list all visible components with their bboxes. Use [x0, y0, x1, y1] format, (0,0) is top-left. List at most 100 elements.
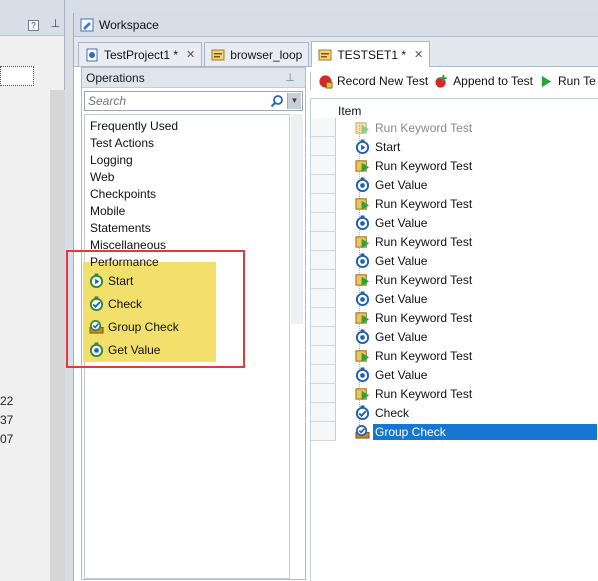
- tab-label: TestProject1 *: [104, 47, 179, 62]
- tree-row[interactable]: Run Keyword Test: [355, 232, 474, 251]
- tree-row-label: Run Keyword Test: [375, 158, 473, 173]
- tree-row-label: Run Keyword Test: [375, 386, 473, 401]
- record-new-test-button[interactable]: Record New Test: [318, 74, 428, 89]
- chevron-down-icon[interactable]: ▼: [287, 93, 301, 109]
- help-icon[interactable]: ?: [28, 20, 39, 31]
- tree-row[interactable]: Get Value: [355, 289, 429, 308]
- left-panel-header: ? ⊥: [0, 0, 64, 36]
- get-value-icon: [355, 291, 370, 306]
- play-icon: [541, 75, 552, 87]
- category-web[interactable]: Web: [90, 170, 114, 184]
- tree-row-label: Get Value: [375, 329, 428, 344]
- tree-row-label: Run Keyword Test: [375, 120, 473, 135]
- tree-row-label: Get Value: [375, 215, 428, 230]
- tab-browser-loop[interactable]: browser_loop: [204, 42, 310, 66]
- append-icon: [435, 74, 447, 88]
- tab-testset1[interactable]: TESTSET1 * ✕: [311, 41, 431, 67]
- tree-row[interactable]: Run Keyword Test: [355, 308, 474, 327]
- tree-row-label: Get Value: [375, 291, 428, 306]
- test-items-tree: Item Run Keyword Test Start Run Keyword Te…: [310, 98, 598, 581]
- operations-header: Operations ⊥: [82, 68, 305, 88]
- run-keyword-test-icon: [355, 312, 370, 325]
- check-icon: [355, 405, 370, 420]
- left-panel: ? ⊥ 22 37 07: [0, 0, 65, 581]
- workspace-title: Workspace: [99, 17, 159, 32]
- tree-row[interactable]: Get Value: [355, 327, 429, 346]
- append-to-test-button[interactable]: Append to Test: [434, 74, 533, 89]
- tree-row[interactable]: Run Keyword Test: [355, 118, 474, 137]
- tree-row[interactable]: Run Keyword Test: [355, 346, 474, 365]
- tree-row[interactable]: Run Keyword Test: [355, 384, 474, 403]
- item-column-header[interactable]: Item: [338, 104, 361, 118]
- tree-row[interactable]: Group Check: [355, 422, 597, 441]
- tree-row-label: Start: [375, 139, 401, 154]
- close-icon[interactable]: ✕: [186, 48, 195, 61]
- tree-row-label: Run Keyword Test: [375, 196, 473, 211]
- tree-row[interactable]: Run Keyword Test: [355, 270, 474, 289]
- search-input[interactable]: [85, 92, 265, 110]
- get-value-icon: [355, 253, 370, 268]
- project-icon: [86, 48, 98, 61]
- category-checkpoints[interactable]: Checkpoints: [90, 187, 156, 201]
- record-icon: [319, 74, 333, 89]
- tree-row-label: Group Check: [373, 423, 597, 440]
- pin-icon[interactable]: ⊥: [50, 19, 61, 31]
- left-number: 07: [0, 432, 14, 446]
- search-icon[interactable]: [270, 94, 284, 108]
- run-test-label: Run Te: [558, 74, 596, 88]
- close-icon[interactable]: ✕: [414, 48, 423, 61]
- tree-row[interactable]: Start: [355, 137, 402, 156]
- test-toolbar: Record New Test Append to Test Run Te: [310, 68, 598, 94]
- append-to-test-label: Append to Test: [453, 74, 533, 88]
- run-keyword-test-icon: [355, 122, 370, 135]
- tab-label: browser_loop: [230, 47, 303, 62]
- left-number: 37: [0, 413, 14, 427]
- record-new-test-label: Record New Test: [337, 74, 429, 88]
- left-panel-scrollbar[interactable]: [50, 90, 65, 581]
- toolbar-separator: [310, 72, 312, 90]
- left-panel-field[interactable]: [0, 66, 34, 86]
- category-frequently-used[interactable]: Frequently Used: [90, 119, 178, 133]
- tree-row-label: Check: [375, 405, 410, 420]
- start-icon: [355, 139, 370, 154]
- run-keyword-test-icon: [355, 236, 370, 249]
- run-keyword-test-icon: [355, 388, 370, 401]
- annotation-box: [66, 250, 245, 368]
- workspace-tabbar: TestProject1 * ✕ browser_loop TESTSET1 *…: [74, 37, 598, 67]
- tree-row[interactable]: Run Keyword Test: [355, 156, 474, 175]
- operations-scrollbar[interactable]: [291, 114, 303, 324]
- tree-row-label: Run Keyword Test: [375, 348, 473, 363]
- tree-row[interactable]: Get Value: [355, 175, 429, 194]
- get-value-icon: [355, 367, 370, 382]
- get-value-icon: [355, 215, 370, 230]
- run-keyword-test-icon: [355, 160, 370, 173]
- tree-row-label: Run Keyword Test: [375, 310, 473, 325]
- workspace-icon: [80, 18, 94, 31]
- run-keyword-test-icon: [355, 274, 370, 287]
- tree-row-label: Get Value: [375, 253, 428, 268]
- tree-row[interactable]: Run Keyword Test: [355, 194, 474, 213]
- group-check-icon: [355, 425, 370, 439]
- operations-title: Operations: [86, 70, 145, 85]
- category-test-actions[interactable]: Test Actions: [90, 136, 154, 150]
- run-test-button[interactable]: Run Te: [539, 74, 596, 89]
- pin-icon[interactable]: ⊥: [285, 71, 295, 84]
- row-gutter: [311, 118, 336, 441]
- tree-row-label: Get Value: [375, 367, 428, 382]
- workspace-titlebar: Workspace: [74, 13, 598, 37]
- tree-row[interactable]: Get Value: [355, 251, 429, 270]
- run-keyword-test-icon: [355, 198, 370, 211]
- category-logging[interactable]: Logging: [90, 153, 133, 167]
- operations-search: ▼: [84, 91, 303, 111]
- tree-row-label: Run Keyword Test: [375, 234, 473, 249]
- category-statements[interactable]: Statements: [90, 221, 151, 235]
- tree-row[interactable]: Get Value: [355, 213, 429, 232]
- tree-row[interactable]: Check: [355, 403, 411, 422]
- category-mobile[interactable]: Mobile: [90, 204, 125, 218]
- tree-row[interactable]: Get Value: [355, 365, 429, 384]
- tree-row-label: Run Keyword Test: [375, 272, 473, 287]
- tab-testproject1[interactable]: TestProject1 * ✕: [78, 42, 203, 66]
- keyword-test-icon: [318, 49, 332, 60]
- get-value-icon: [355, 177, 370, 192]
- get-value-icon: [355, 329, 370, 344]
